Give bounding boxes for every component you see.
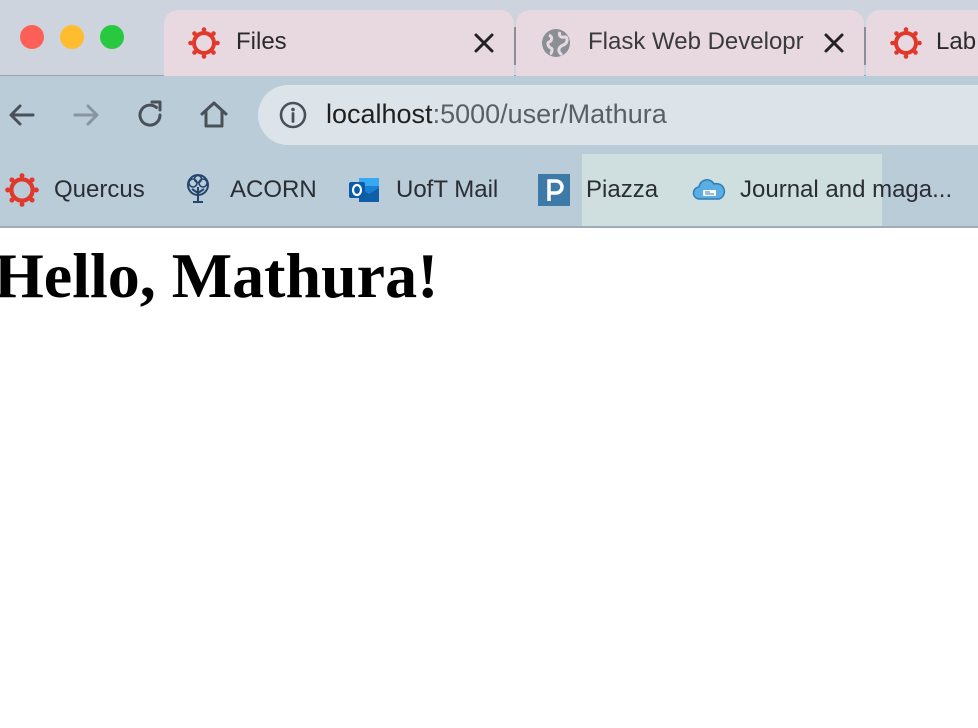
tab-title: Flask Web Developr — [588, 28, 804, 55]
bookmark-piazza[interactable]: Piazza — [532, 154, 672, 226]
window-maximize-button[interactable] — [100, 25, 124, 49]
info-icon[interactable] — [278, 100, 308, 130]
canvas-icon — [188, 27, 220, 59]
reload-icon[interactable] — [133, 98, 167, 132]
tab-title: Files — [236, 28, 287, 55]
tab-close-icon[interactable] — [822, 31, 846, 55]
home-icon[interactable] — [197, 98, 231, 132]
arrow-right-icon[interactable] — [69, 98, 103, 132]
bookmark-quercus[interactable]: Quercus — [0, 154, 160, 226]
bookmark-label: Quercus — [54, 176, 145, 203]
url-path: :5000/user/Mathura — [432, 99, 667, 129]
outlook-icon — [349, 178, 379, 202]
tab-title: Lab — [936, 28, 977, 55]
canvas-icon — [890, 27, 922, 59]
bookmark-label: ACORN — [230, 176, 317, 203]
tree-icon — [187, 174, 209, 203]
globe-icon — [542, 29, 570, 57]
bookmark-label: Piazza — [586, 176, 659, 203]
bookmark-label: UofT Mail — [396, 176, 499, 203]
page-heading: Hello, Mathura! — [0, 240, 439, 311]
browser-window: Files Flask Web Developr Lab localhost:5… — [0, 0, 978, 728]
address-url[interactable]: localhost:5000/user/Mathura — [326, 99, 667, 130]
address-bar[interactable]: localhost:5000/user/Mathura — [258, 85, 978, 145]
browser-toolbar: localhost:5000/user/Mathura — [0, 76, 978, 154]
tab-close-icon[interactable] — [472, 31, 496, 55]
page-content: Hello, Mathura! — [0, 228, 978, 728]
arrow-left-icon[interactable] — [5, 98, 39, 132]
bookmark-journal[interactable]: Journal and maga... — [688, 154, 978, 226]
bookmark-uoft-mail[interactable]: UofT Mail — [342, 154, 522, 226]
tab-strip: Files Flask Web Developr Lab — [0, 0, 978, 76]
bookmark-label: Journal and maga... — [740, 176, 953, 203]
bookmark-acorn[interactable]: ACORN — [176, 154, 326, 226]
tab-flask[interactable]: Flask Web Developr — [516, 10, 864, 76]
url-host: localhost — [326, 99, 433, 129]
bookmarks-bar: Quercus ACORN UofT Mail Piazza Journal a… — [0, 154, 978, 228]
tab-files[interactable]: Files — [164, 10, 514, 76]
canvas-icon — [5, 173, 39, 207]
tab-lab[interactable]: Lab — [866, 10, 978, 76]
cloud-icon — [692, 179, 726, 200]
piazza-icon — [538, 174, 570, 206]
window-close-button[interactable] — [20, 25, 44, 49]
window-minimize-button[interactable] — [60, 25, 84, 49]
